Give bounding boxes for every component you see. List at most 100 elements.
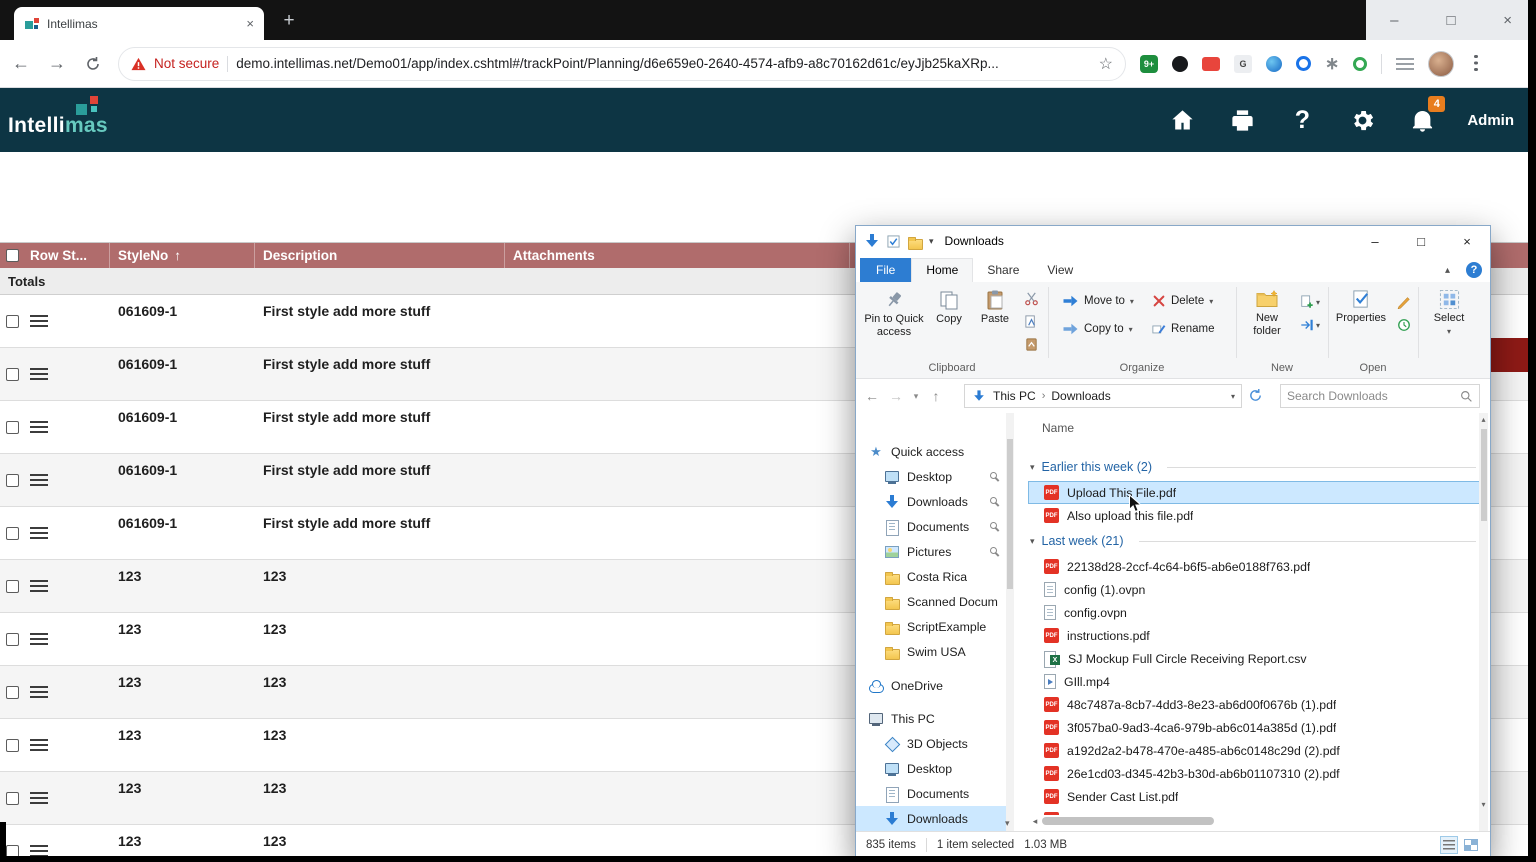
row-menu-icon[interactable] (30, 368, 48, 380)
file-group-header[interactable]: ▾ Earlier this week (2) (1028, 453, 1480, 481)
search-input[interactable] (1287, 389, 1460, 403)
nav-item-desktop[interactable]: Desktop (856, 464, 1006, 489)
extension-icon[interactable] (1172, 55, 1188, 72)
explorer-minimize-button[interactable]: – (1352, 226, 1398, 256)
row-checkbox[interactable] (6, 738, 19, 752)
row-checkbox[interactable] (6, 579, 19, 593)
forward-icon[interactable]: → (46, 53, 68, 74)
select-button[interactable]: Select ▾ (1424, 286, 1474, 350)
nav-item-downloads[interactable]: Downloads (856, 489, 1006, 514)
qat-new-folder-icon[interactable] (907, 234, 923, 250)
file-row[interactable]: 48c7487a-8cb7-4dd3-8e23-ab6d00f0676b (1)… (1028, 693, 1480, 716)
tab-file[interactable]: File (860, 258, 912, 282)
header-description[interactable]: Description (255, 243, 505, 268)
copy-to-button[interactable]: Copy to ▾ (1062, 318, 1150, 340)
security-label[interactable]: Not secure (154, 56, 219, 71)
qat-dropdown-icon[interactable]: ▾ (929, 236, 934, 247)
header-attachments[interactable]: Attachments (505, 243, 850, 268)
nav-item-this-pc[interactable]: This PC (856, 706, 1006, 731)
tab-view[interactable]: View (1033, 259, 1087, 282)
new-folder-button[interactable]: New folder (1242, 286, 1292, 350)
home-icon[interactable] (1167, 105, 1197, 135)
header-row-status[interactable]: Row St... (0, 243, 110, 268)
select-all-checkbox[interactable] (6, 249, 19, 262)
qat-properties-icon[interactable] (887, 234, 900, 248)
move-to-button[interactable]: Move to ▾ (1062, 290, 1150, 312)
row-menu-icon[interactable] (30, 474, 48, 486)
address-bar[interactable]: Not secure demo.intellimas.net/Demo01/ap… (118, 46, 1126, 81)
app-logo[interactable]: Intellimas (8, 96, 108, 138)
nav-item-documents[interactable]: Documents (856, 514, 1006, 539)
nav-item-pictures[interactable]: Pictures (856, 539, 1006, 564)
nav-item-onedrive[interactable]: OneDrive (856, 673, 1006, 698)
refresh-icon[interactable] (1248, 388, 1263, 406)
nav-item-desktop-pc[interactable]: Desktop (856, 756, 1006, 781)
row-checkbox[interactable] (6, 420, 19, 434)
print-icon[interactable] (1227, 105, 1257, 135)
bookmark-star-icon[interactable]: ☆ (1099, 54, 1113, 74)
profile-avatar[interactable] (1428, 50, 1454, 77)
explorer-help-icon[interactable]: ? (1466, 262, 1482, 278)
header-style-no[interactable]: StyleNo ↑ (110, 243, 255, 268)
nav-item-costa-rica[interactable]: Costa Rica (856, 564, 1006, 589)
minimize-button[interactable]: – (1371, 12, 1417, 29)
row-menu-icon[interactable] (30, 315, 48, 327)
file-row[interactable]: 26e1cd03-d345-42b3-b30d-ab6b01107310 (2)… (1028, 762, 1480, 785)
horizontal-scrollbar[interactable]: ◂ (1028, 815, 1480, 827)
file-row[interactable]: a192d2a2-b478-470e-a485-ab6c0148c29d (2)… (1028, 739, 1480, 762)
cut-button[interactable] (1019, 288, 1043, 308)
nav-forward-icon[interactable]: → (884, 388, 908, 404)
scrollbar-thumb[interactable] (1042, 817, 1214, 825)
nav-item-swim-usa[interactable]: Swim USA (856, 639, 1006, 664)
ribbon-collapse-icon[interactable]: ▴ (1445, 265, 1450, 276)
crumb-this-pc[interactable]: This PC (993, 389, 1036, 403)
maximize-button[interactable]: □ (1428, 12, 1474, 29)
scroll-left-icon[interactable]: ◂ (1028, 816, 1042, 827)
file-row[interactable]: Also upload this file.pdf (1028, 504, 1480, 527)
extension-icon[interactable]: ∗ (1325, 54, 1339, 74)
row-checkbox[interactable] (6, 314, 19, 328)
browser-menu-icon[interactable] (1474, 54, 1478, 73)
row-checkbox[interactable] (6, 685, 19, 699)
nav-item-scriptexample[interactable]: ScriptExample (856, 614, 1006, 639)
browser-tab[interactable]: Intellimas × (14, 7, 264, 40)
row-menu-icon[interactable] (30, 527, 48, 539)
refresh-icon[interactable] (82, 53, 104, 74)
breadcrumb[interactable]: This PC › Downloads ▾ (964, 384, 1242, 408)
pin-to-quick-access-button[interactable]: Pin to Quick access (864, 286, 924, 350)
extension-badge[interactable]: 9+ (1140, 54, 1158, 73)
crumb-dropdown-icon[interactable]: ▾ (1231, 392, 1235, 401)
url-text[interactable]: demo.intellimas.net/Demo01/app/index.csh… (236, 56, 1090, 71)
help-icon[interactable]: ? (1287, 105, 1317, 135)
extension-icon[interactable] (1353, 56, 1367, 71)
nav-item-3d-objects[interactable]: 3D Objects (856, 731, 1006, 756)
nav-back-icon[interactable]: ← (860, 388, 884, 404)
file-group-header[interactable]: ▾ Last week (21) (1028, 527, 1480, 555)
file-row[interactable]: Sender Cast List.pdf (1028, 785, 1480, 808)
scroll-up-icon[interactable]: ▴ (1479, 415, 1488, 424)
row-menu-icon[interactable] (30, 421, 48, 433)
copy-button[interactable]: Copy (928, 286, 970, 350)
history-button[interactable] (1392, 315, 1416, 335)
close-button[interactable]: × (1485, 12, 1531, 29)
delete-button[interactable]: Delete ▾ (1152, 290, 1232, 312)
file-row[interactable]: 3f057ba0-9ad3-4ca6-979b-ab6c014a385d (1)… (1028, 716, 1480, 739)
extension-globe-icon[interactable] (1266, 55, 1282, 72)
row-checkbox[interactable] (6, 632, 19, 646)
row-checkbox[interactable] (6, 526, 19, 540)
extension-icon[interactable] (1296, 56, 1311, 71)
rename-button[interactable]: Rename (1152, 318, 1232, 340)
nav-scroll-down-icon[interactable]: ▾ (1005, 818, 1010, 829)
paste-button[interactable]: Paste (974, 286, 1016, 350)
settings-gear-icon[interactable] (1347, 105, 1377, 135)
extension-icon[interactable] (1202, 56, 1220, 71)
row-menu-icon[interactable] (30, 580, 48, 592)
file-row[interactable]: 22138d28-2ccf-4c64-b6f5-ab6e0188f763.pdf (1028, 555, 1480, 578)
nav-recent-icon[interactable]: ▾ (908, 391, 924, 402)
nav-scrollbar[interactable] (1006, 413, 1014, 831)
new-tab-button[interactable]: + (278, 10, 300, 32)
large-icons-view-button[interactable] (1462, 836, 1480, 854)
file-row[interactable]: config.ovpn (1028, 601, 1480, 624)
explorer-search[interactable] (1280, 384, 1480, 408)
tab-close-icon[interactable]: × (246, 16, 254, 31)
